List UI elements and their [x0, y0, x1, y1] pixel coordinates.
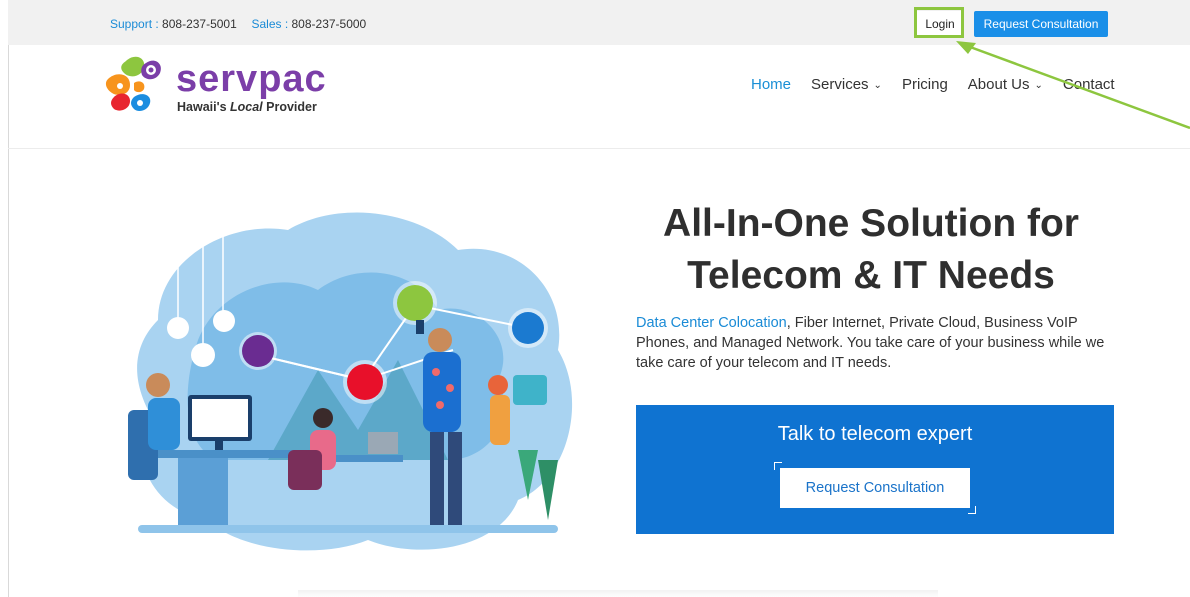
- logo-wordmark: servpac: [176, 58, 327, 100]
- hero-title: All-In-One Solution for Telecom & IT Nee…: [636, 198, 1106, 302]
- cta-box: Talk to telecom expert Request Consultat…: [636, 405, 1114, 534]
- support-phone[interactable]: 808-237-5001: [162, 17, 237, 31]
- logo-mark-icon: servpac Hawaii's Local Provider: [105, 56, 327, 114]
- hero-illustration: [128, 212, 573, 551]
- hero-title-line1: All-In-One Solution for: [663, 202, 1079, 245]
- section-shadow: [298, 590, 938, 597]
- nav-home-label: Home: [751, 76, 792, 93]
- nav-about-label: About Us: [967, 76, 1030, 93]
- servpac-logo[interactable]: servpac Hawaii's Local Provider: [104, 53, 344, 123]
- contact-info: Support : 808-237-5001 Sales : 808-237-5…: [110, 17, 366, 31]
- request-consultation-top-button[interactable]: Request Consultation: [974, 11, 1108, 37]
- chevron-down-icon: ⌄: [873, 80, 882, 91]
- sales-phone[interactable]: 808-237-5000: [292, 17, 367, 31]
- sales-label: Sales :: [251, 17, 289, 31]
- page-frame: Support : 808-237-5001 Sales : 808-237-5…: [8, 0, 1190, 597]
- nav-home[interactable]: Home: [751, 76, 791, 93]
- top-bar: Support : 808-237-5001 Sales : 808-237-5…: [8, 0, 1190, 45]
- hero-description: Data Center Colocation, Fiber Internet, …: [636, 313, 1116, 373]
- nav-pricing-label: Pricing: [901, 76, 948, 93]
- nav-services-label: Services: [811, 76, 869, 93]
- hero-title-line2: Telecom & IT Needs: [687, 254, 1055, 297]
- site-header: servpac Hawaii's Local Provider Home Ser…: [8, 45, 1190, 149]
- nav-services[interactable]: Services ⌄: [811, 76, 882, 93]
- nav-contact[interactable]: Contact: [1063, 76, 1115, 93]
- chevron-down-icon: ⌄: [1034, 80, 1043, 91]
- colocation-link[interactable]: Data Center Colocation: [636, 315, 787, 331]
- support-label: Support :: [110, 17, 159, 31]
- logo-tagline: Hawaii's Local Provider: [177, 100, 317, 114]
- cta-title: Talk to telecom expert: [777, 423, 973, 445]
- nav-about-us[interactable]: About Us ⌄: [968, 76, 1043, 93]
- nav-pricing[interactable]: Pricing: [902, 76, 948, 93]
- nav-contact-label: Contact: [1062, 76, 1115, 93]
- main-nav: Home Services ⌄ Pricing About Us ⌄ Contact: [751, 76, 1135, 93]
- corner-decoration: [968, 506, 976, 514]
- request-consultation-button[interactable]: Request Consultation: [780, 468, 970, 508]
- login-button[interactable]: Login: [916, 11, 964, 37]
